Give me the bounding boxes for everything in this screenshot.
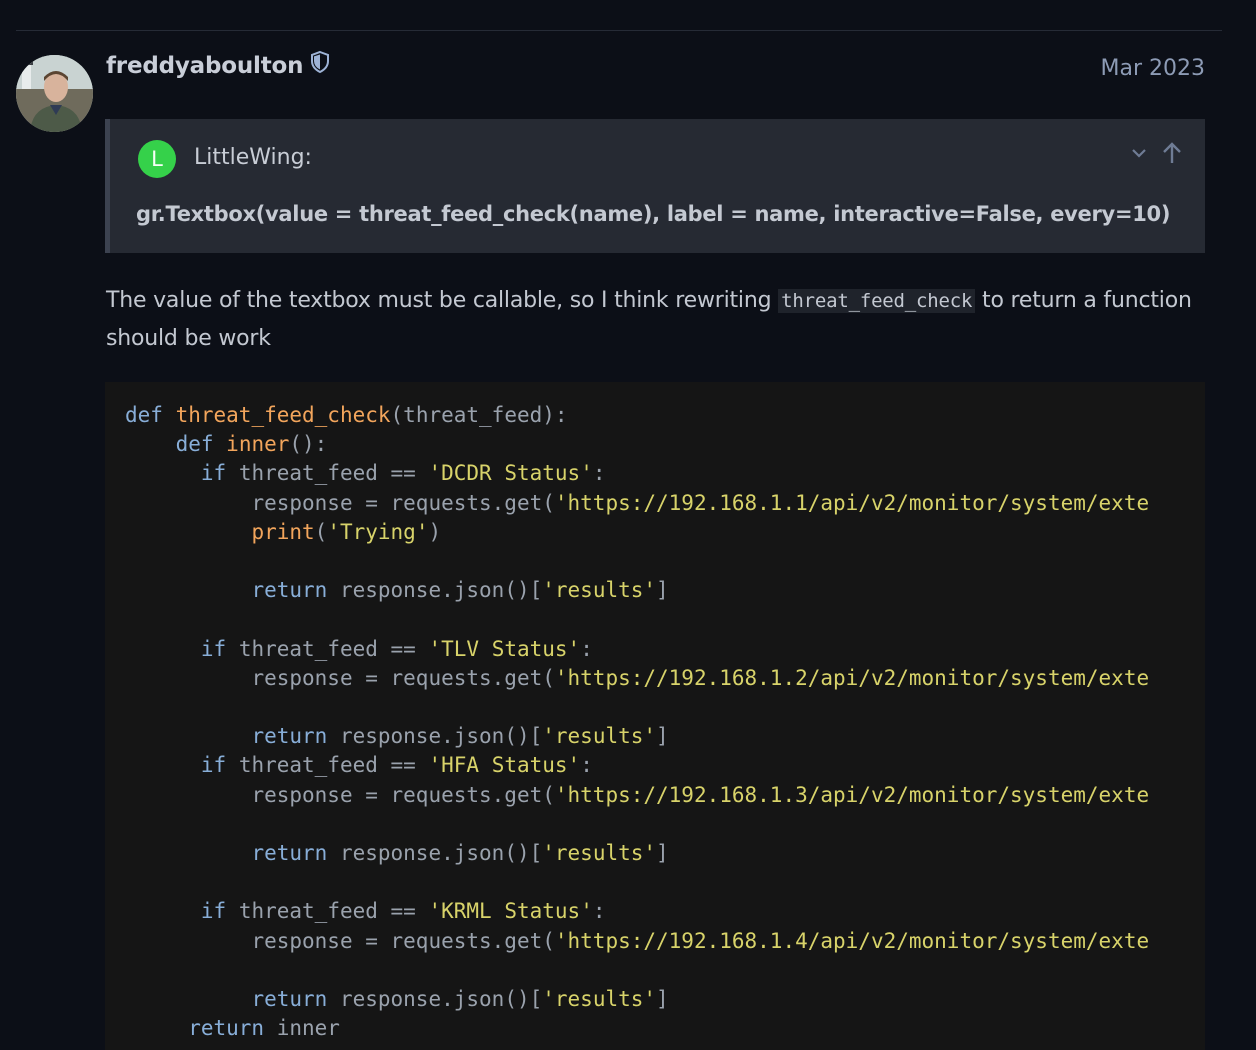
- username-text[interactable]: freddyaboulton: [106, 53, 303, 79]
- quote-controls: [1131, 141, 1183, 165]
- code-content: def threat_feed_check(threat_feed): def …: [125, 403, 1150, 1041]
- quote-block: L LittleWing: gr.Textbox(value = threat_…: [105, 119, 1205, 253]
- avatar[interactable]: [16, 55, 93, 132]
- inline-code: threat_feed_check: [778, 289, 976, 313]
- code-block[interactable]: def threat_feed_check(threat_feed): def …: [105, 382, 1205, 1050]
- body-text-before: The value of the textbox must be callabl…: [106, 288, 779, 313]
- code-keyword: def: [125, 403, 163, 427]
- post-date[interactable]: Mar 2023: [1101, 56, 1206, 81]
- post-divider: [16, 30, 1222, 31]
- post-body-text: The value of the textbox must be callabl…: [106, 282, 1206, 357]
- quote-avatar[interactable]: L: [138, 140, 176, 178]
- chevron-down-icon[interactable]: [1131, 147, 1147, 159]
- shield-icon: [309, 50, 331, 74]
- username[interactable]: freddyaboulton: [106, 50, 331, 79]
- quote-username: LittleWing:: [194, 145, 312, 170]
- arrow-up-icon[interactable]: [1161, 141, 1183, 165]
- quote-text: gr.Textbox(value = threat_feed_check(nam…: [136, 202, 1171, 226]
- code-function-name: threat_feed_check: [175, 403, 391, 427]
